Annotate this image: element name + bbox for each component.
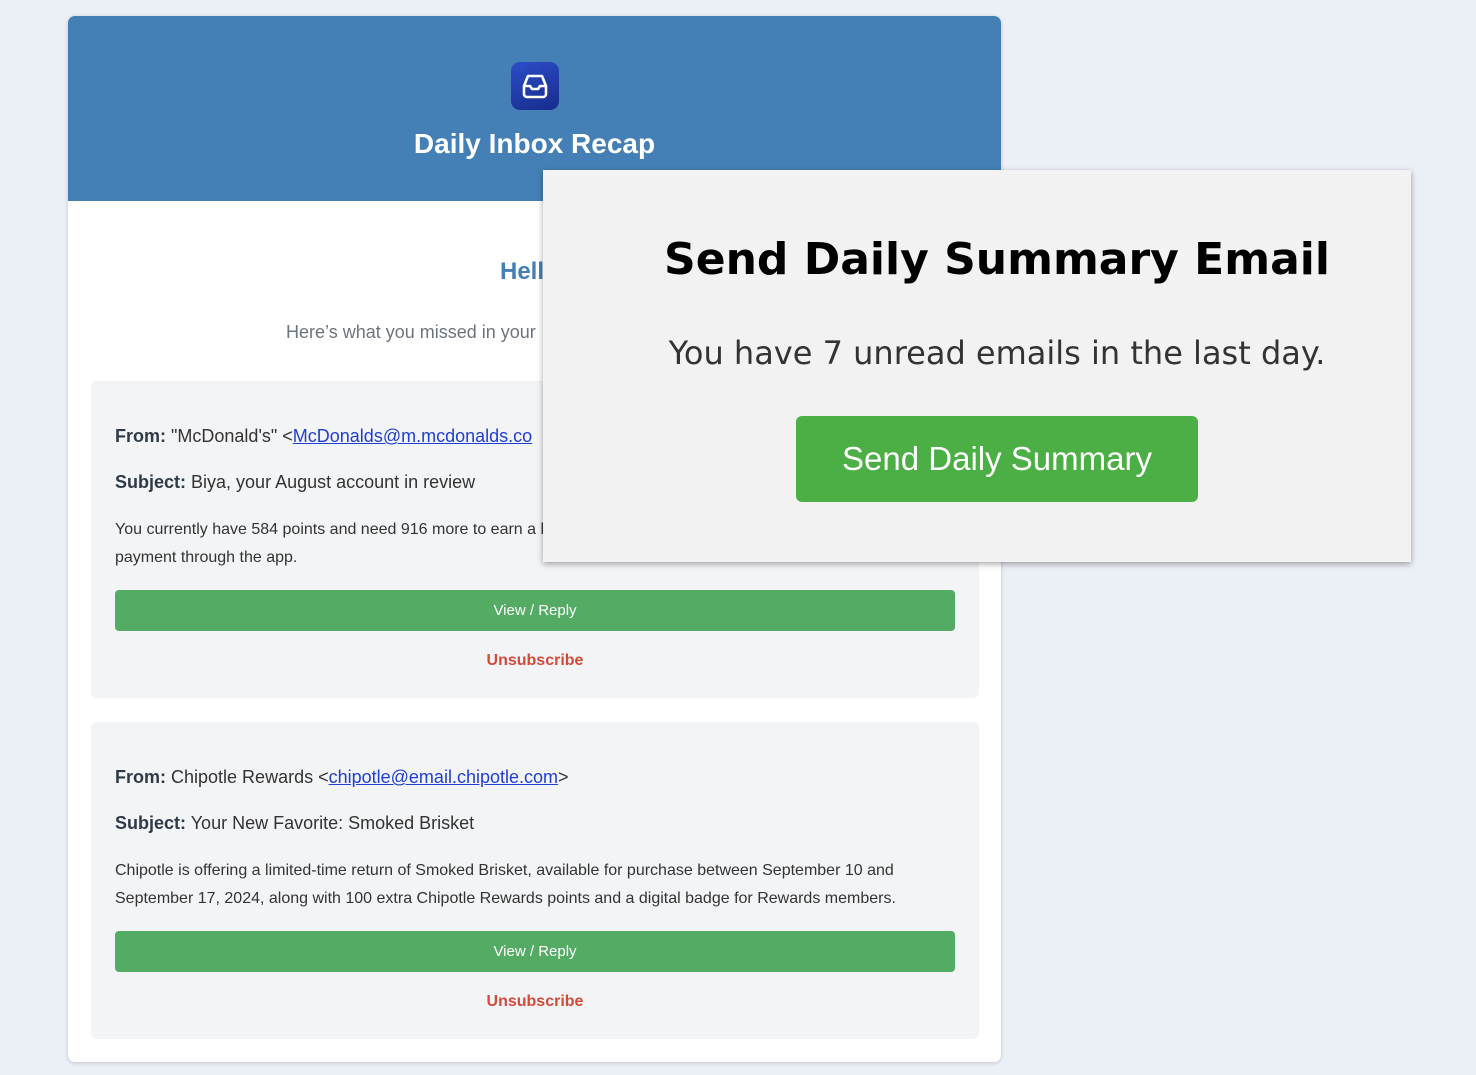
send-daily-summary-button[interactable]: Send Daily Summary [796,416,1198,502]
email-title: Daily Inbox Recap [413,128,656,159]
email-snippet: Chipotle is offering a limited-time retu… [115,862,896,907]
email-item: From: Chipotle Rewards <chipotle@email.c… [91,722,979,1039]
sender-name: Chipotle Rewards < [171,767,329,787]
greeting-heading: Hell [500,258,545,285]
view-reply-button[interactable]: View / Reply [115,590,955,631]
send-summary-panel: Send Daily Summary Email You have 7 unre… [543,170,1411,562]
subject-text: Your New Favorite: Smoked Brisket [190,813,475,833]
subject-line: Subject: Biya, your August account in re… [115,470,475,494]
subject-label: Subject: [115,472,187,492]
from-label: From: [115,426,166,446]
sender-name: "McDonald's" < [171,426,293,446]
sender-email-link[interactable]: chipotle@email.chipotle.com [329,767,558,787]
sender-email-link[interactable]: McDonalds@m.mcdonalds.co [293,426,532,446]
from-label: From: [115,767,166,787]
from-line: From: Chipotle Rewards <chipotle@email.c… [115,765,569,789]
subject-text: Biya, your August account in review [191,472,476,492]
inbox-tray-icon [511,62,559,110]
subject-label: Subject: [115,813,187,833]
unsubscribe-link[interactable]: Unsubscribe [91,992,979,1012]
subject-line: Subject: Your New Favorite: Smoked Brisk… [115,811,474,835]
intro-text: Here’s what you missed in your [286,322,536,342]
view-reply-button[interactable]: View / Reply [115,931,955,972]
unread-count-text: You have 7 unread emails in the last day… [668,334,1326,372]
sender-close: > [558,767,569,787]
from-line: From: "McDonald's" <McDonalds@m.mcdonald… [115,424,532,448]
panel-title: Send Daily Summary Email [664,234,1330,285]
unsubscribe-link[interactable]: Unsubscribe [91,651,979,671]
